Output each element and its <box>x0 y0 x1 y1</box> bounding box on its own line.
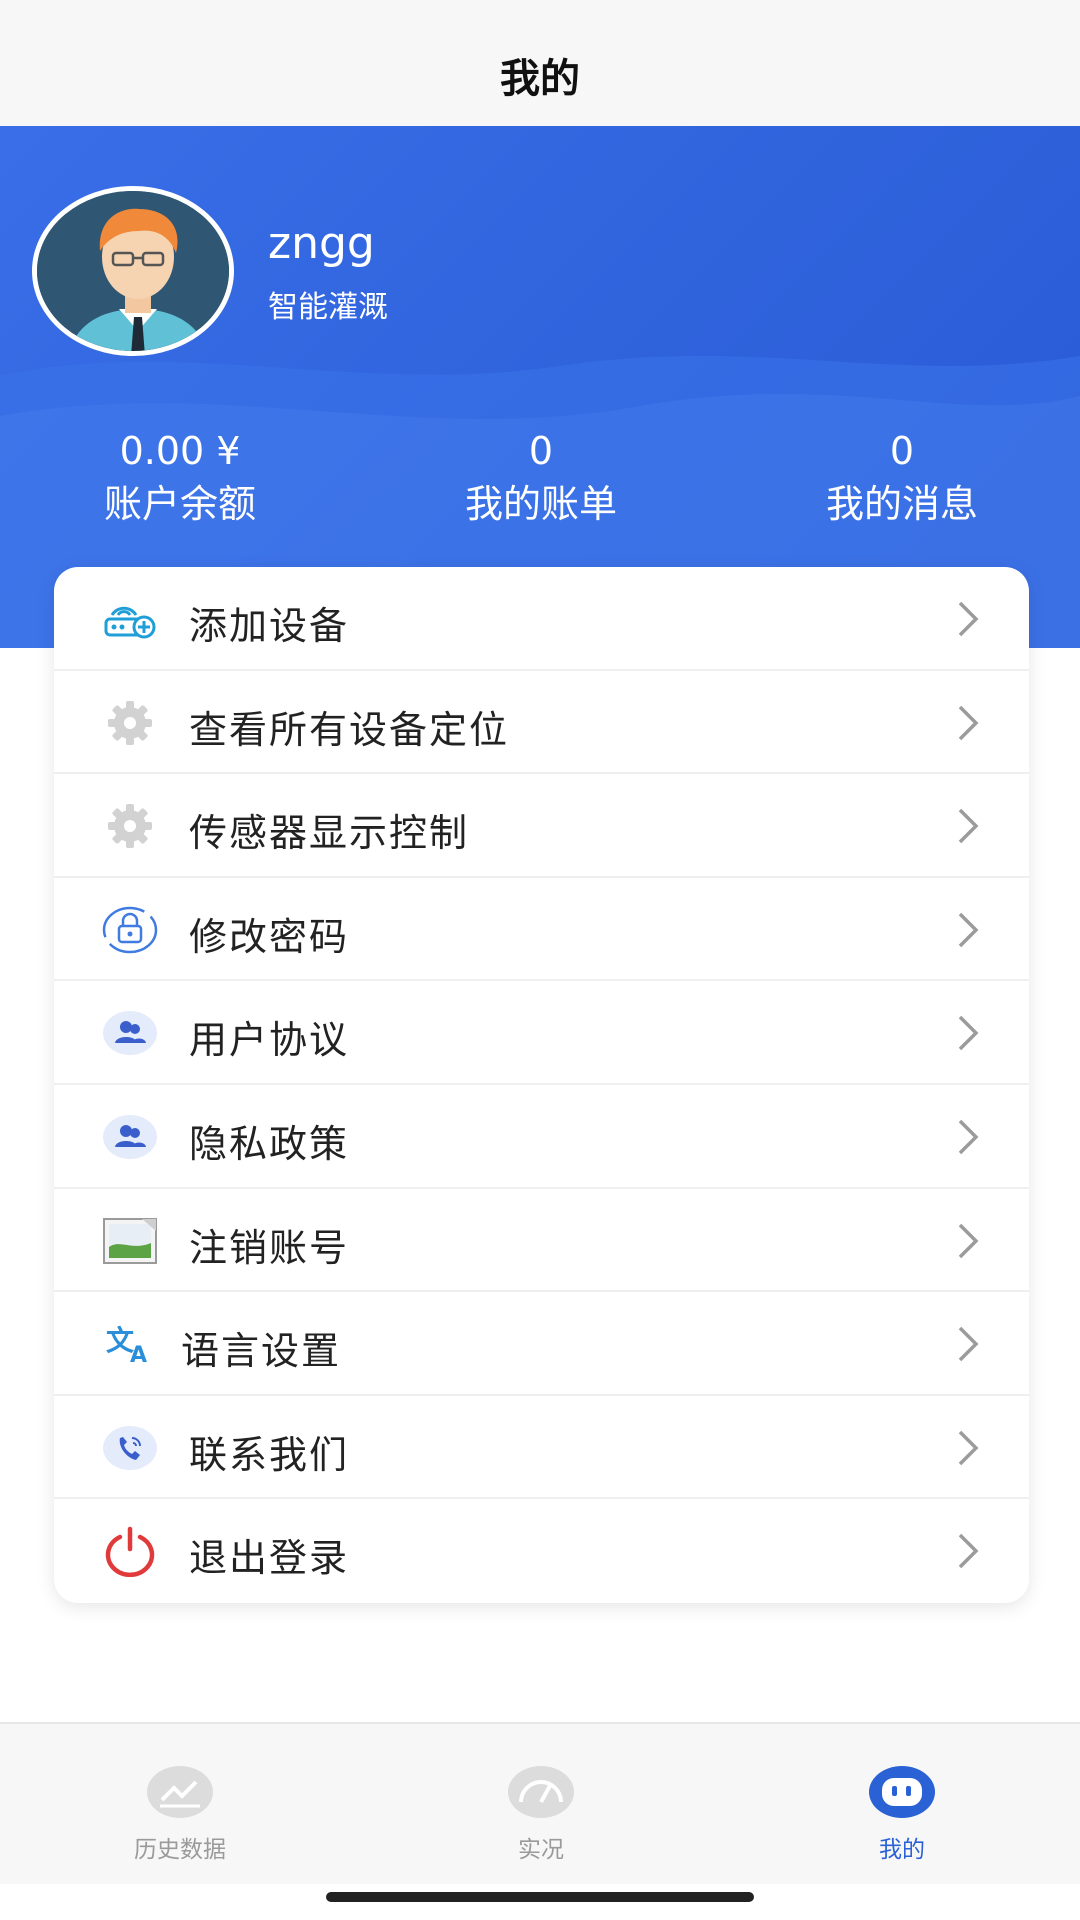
users-icon <box>102 1111 158 1163</box>
chevron-right-icon <box>958 705 979 740</box>
menu-item-delete-account[interactable]: 注销账号 <box>54 1189 1029 1293</box>
users-icon <box>102 1007 158 1059</box>
menu-item-label: 添加设备 <box>189 604 350 648</box>
image-placeholder-icon <box>102 1215 158 1267</box>
chevron-right-icon <box>958 1016 979 1051</box>
lock-icon <box>102 904 158 956</box>
page-title: 我的 <box>500 56 580 102</box>
gauge-icon <box>508 1766 574 1818</box>
account-stats: 0.00 ¥ 账户余额 0 我的账单 0 我的消息 <box>0 426 1080 536</box>
username: zngg <box>268 218 375 269</box>
menu-item-privacy-policy[interactable]: 隐私政策 <box>54 1085 1029 1189</box>
stat-value: 0 <box>528 429 554 473</box>
chevron-right-icon <box>958 1430 979 1465</box>
stat-bills[interactable]: 0 我的账单 <box>391 426 691 530</box>
chevron-right-icon <box>958 1223 979 1258</box>
menu-item-sensor-display[interactable]: 传感器显示控制 <box>54 774 1029 878</box>
chevron-right-icon <box>958 808 979 844</box>
stat-messages[interactable]: 0 我的消息 <box>752 426 1052 530</box>
stat-balance[interactable]: 0.00 ¥ 账户余额 <box>30 426 330 530</box>
tab-label: 我的 <box>879 1837 925 1863</box>
chevron-right-icon <box>958 1534 979 1569</box>
stat-value: 0 <box>889 429 915 473</box>
menu-item-device-locations[interactable]: 查看所有设备定位 <box>54 671 1029 775</box>
stat-value: 0.00 ¥ <box>119 429 241 473</box>
tab-label: 历史数据 <box>134 1837 226 1863</box>
tab-label: 实况 <box>518 1837 564 1863</box>
chat-icon <box>869 1766 935 1818</box>
chevron-right-icon <box>958 912 979 948</box>
menu-item-label: 修改密码 <box>189 914 350 959</box>
chevron-right-icon <box>958 1119 979 1155</box>
menu-item-label: 查看所有设备定位 <box>189 707 510 752</box>
menu-item-contact-us[interactable]: 联系我们 <box>54 1396 1029 1500</box>
stat-label: 我的消息 <box>825 482 978 526</box>
tab-live[interactable]: 实况 <box>441 1764 641 1864</box>
svg-text:A: A <box>130 1343 147 1368</box>
chevron-right-icon <box>958 601 979 637</box>
menu-item-label: 隐私政策 <box>189 1121 350 1166</box>
menu-item-language[interactable]: 文 A 语言设置 <box>54 1292 1029 1396</box>
tab-bar: 历史数据 实况 我的 <box>0 1722 1080 1884</box>
power-icon <box>102 1525 158 1578</box>
avatar-person-icon <box>37 191 229 351</box>
tab-mine[interactable]: 我的 <box>802 1764 1002 1864</box>
chevron-right-icon <box>958 1326 979 1362</box>
chart-icon <box>147 1766 213 1818</box>
menu-item-label: 语言设置 <box>181 1329 342 1374</box>
menu-item-label: 注销账号 <box>189 1225 350 1270</box>
router-add-icon <box>102 593 158 645</box>
phone-icon <box>102 1422 158 1474</box>
menu-item-user-agreement[interactable]: 用户协议 <box>54 981 1029 1085</box>
menu-item-change-password[interactable]: 修改密码 <box>54 878 1029 982</box>
menu-item-logout[interactable]: 退出登录 <box>54 1499 1029 1603</box>
menu-item-label: 联系我们 <box>189 1432 350 1477</box>
menu-card: 添加设备 查看所有设备定位 传感器显示控制 修改密码 用户协议 隐私政策 注销账… <box>54 567 1029 1603</box>
menu-item-label: 传感器显示控制 <box>189 811 470 856</box>
gear-icon <box>102 800 158 852</box>
gear-icon <box>102 697 158 749</box>
menu-item-label: 退出登录 <box>189 1536 350 1581</box>
nav-bar: 我的 <box>0 0 1080 126</box>
stat-label: 我的账单 <box>464 482 617 526</box>
menu-item-add-device[interactable]: 添加设备 <box>54 567 1029 671</box>
menu-item-label: 用户协议 <box>189 1018 350 1063</box>
avatar[interactable] <box>32 186 234 356</box>
translate-icon: 文 A <box>102 1318 158 1370</box>
stat-label: 账户余额 <box>103 482 256 526</box>
home-indicator <box>326 1892 754 1902</box>
user-subtitle: 智能灌溉 <box>268 290 388 325</box>
tab-history[interactable]: 历史数据 <box>80 1764 280 1864</box>
